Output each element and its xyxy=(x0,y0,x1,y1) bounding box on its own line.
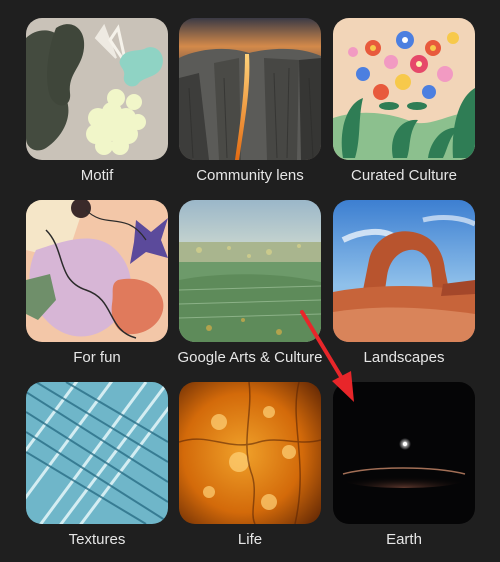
life-thumbnail xyxy=(179,382,321,524)
collection-tile-life[interactable]: Life xyxy=(179,382,321,548)
for-fun-thumbnail xyxy=(26,200,168,342)
curated-culture-thumbnail xyxy=(333,18,475,160)
landscapes-thumbnail xyxy=(333,200,475,342)
collection-tile-google-arts-culture[interactable]: Google Arts & Culture xyxy=(177,200,323,366)
collection-tile-curated-culture[interactable]: Curated Culture xyxy=(333,18,475,184)
collection-label: Motif xyxy=(80,167,114,184)
collection-label: Google Arts & Culture xyxy=(177,349,323,366)
collection-tile-landscapes[interactable]: Landscapes xyxy=(333,200,475,366)
collection-tile-earth[interactable]: Earth xyxy=(333,382,475,548)
collection-tile-motif[interactable]: Motif xyxy=(26,18,168,184)
collection-label: Landscapes xyxy=(363,349,445,366)
collection-label: Curated Culture xyxy=(351,167,457,184)
collection-tile-textures[interactable]: Textures xyxy=(26,382,168,548)
textures-thumbnail xyxy=(26,382,168,524)
collection-label: Textures xyxy=(68,531,126,548)
motif-thumbnail xyxy=(26,18,168,160)
collection-label: Life xyxy=(237,531,263,548)
community-lens-thumbnail xyxy=(179,18,321,160)
google-arts-culture-thumbnail xyxy=(179,200,321,342)
collection-label: For fun xyxy=(73,349,121,366)
wallpaper-collections-grid: Motif Community lens Curated Culture For… xyxy=(0,0,500,562)
collection-tile-for-fun[interactable]: For fun xyxy=(26,200,168,366)
earth-thumbnail xyxy=(333,382,475,524)
collection-label: Community lens xyxy=(196,167,304,184)
collection-label: Earth xyxy=(386,531,422,548)
collection-tile-community-lens[interactable]: Community lens xyxy=(179,18,321,184)
